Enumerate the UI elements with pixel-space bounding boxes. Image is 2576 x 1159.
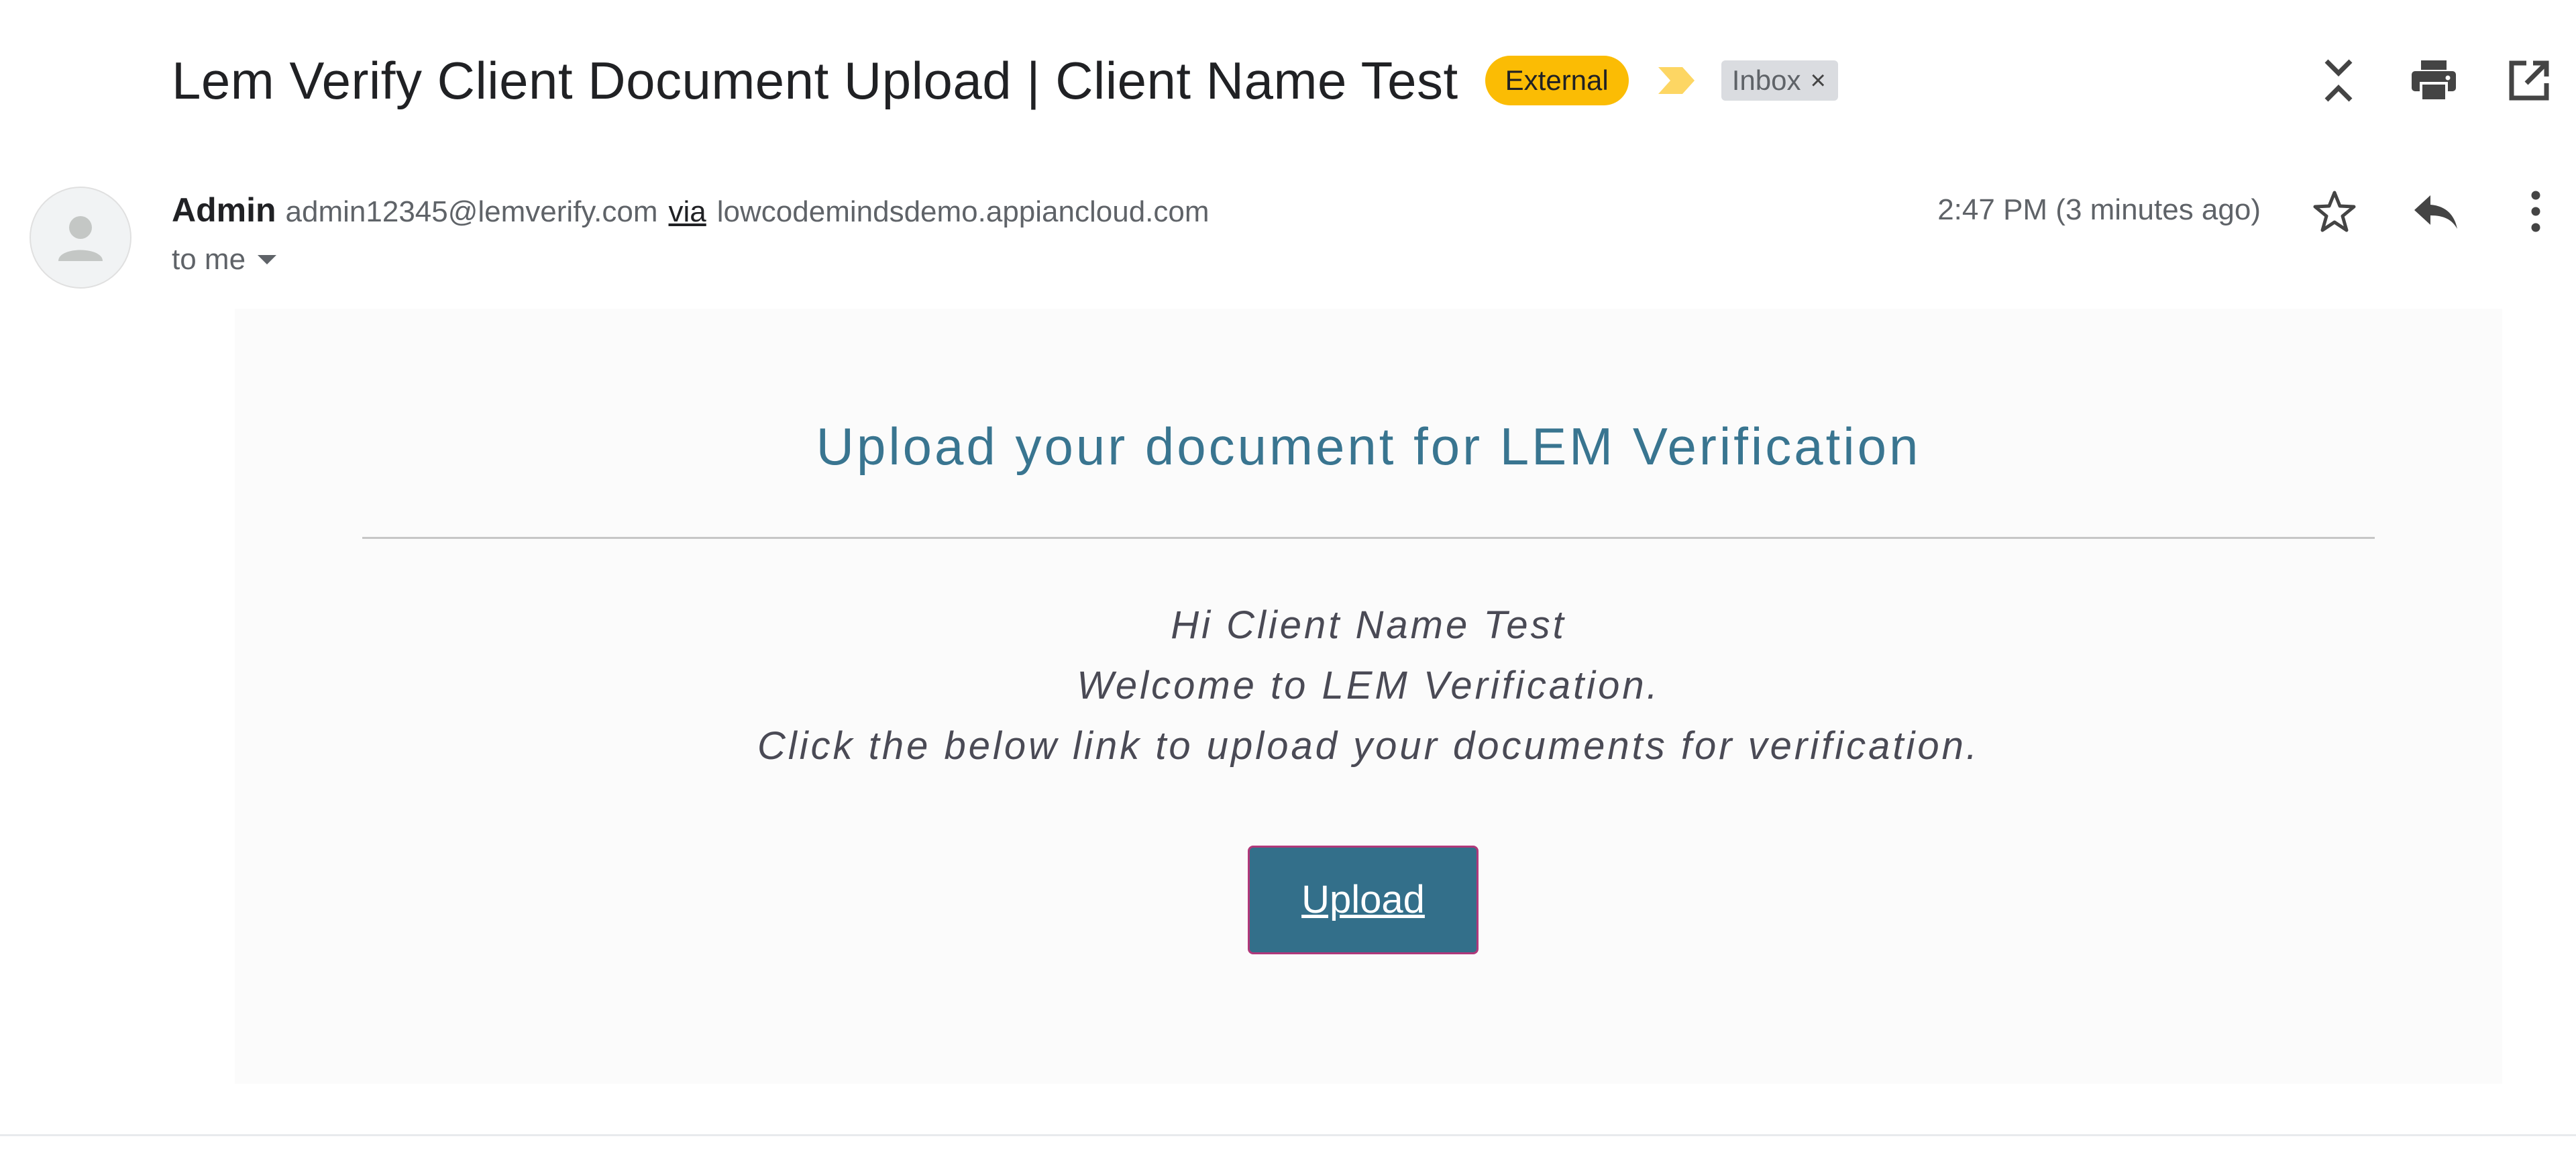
caret-down-icon: [258, 255, 277, 264]
body-title: Upload your document for LEM Verificatio…: [816, 417, 1921, 476]
subject-row: Lem Verify Client Document Upload | Clie…: [172, 47, 1838, 114]
body-divider: [362, 537, 2375, 539]
print-icon[interactable]: [2407, 54, 2461, 107]
inbox-label-text: Inbox: [1731, 64, 1801, 96]
important-marker-icon[interactable]: [1656, 64, 1697, 97]
message-toolbar: [2261, 185, 2563, 238]
reply-icon[interactable]: [2408, 185, 2462, 238]
recipient-details-toggle[interactable]: to me: [172, 243, 277, 276]
welcome-text: Welcome to LEM Verification.: [1077, 664, 1660, 707]
greeting-text: Hi Client Name Test: [1171, 603, 1566, 647]
sender-email: admin12345@lemverify.com: [285, 195, 658, 228]
sender-line: Admin admin12345@lemverify.com via lowco…: [172, 191, 1210, 230]
person-icon: [58, 216, 103, 261]
sender-domain: lowcodemindsdemo.appiancloud.com: [716, 195, 1210, 228]
via-link[interactable]: via: [669, 195, 706, 229]
email-timestamp: 2:47 PM (3 minutes ago): [1937, 193, 2261, 226]
external-badge: External: [1485, 56, 1629, 105]
upload-button[interactable]: Upload: [1248, 846, 1479, 954]
instruction-text: Click the below link to upload your docu…: [757, 724, 1980, 768]
sender-name[interactable]: Admin: [172, 191, 276, 230]
thread-toolbar: [2270, 54, 2556, 107]
remove-inbox-label-icon[interactable]: ×: [1810, 60, 1825, 101]
more-vertical-icon[interactable]: [2509, 185, 2563, 238]
recipient-text: to me: [172, 243, 246, 276]
message-bottom-divider: [0, 1134, 2576, 1136]
open-in-new-window-icon[interactable]: [2502, 54, 2556, 107]
email-subject: Lem Verify Client Document Upload | Clie…: [172, 50, 1458, 110]
star-icon[interactable]: [2308, 185, 2361, 238]
sender-avatar[interactable]: [30, 187, 131, 289]
inbox-label[interactable]: Inbox ×: [1721, 60, 1838, 101]
collapse-expand-icon[interactable]: [2312, 54, 2365, 107]
email-body-card: Upload your document for LEM Verificatio…: [235, 309, 2502, 1084]
